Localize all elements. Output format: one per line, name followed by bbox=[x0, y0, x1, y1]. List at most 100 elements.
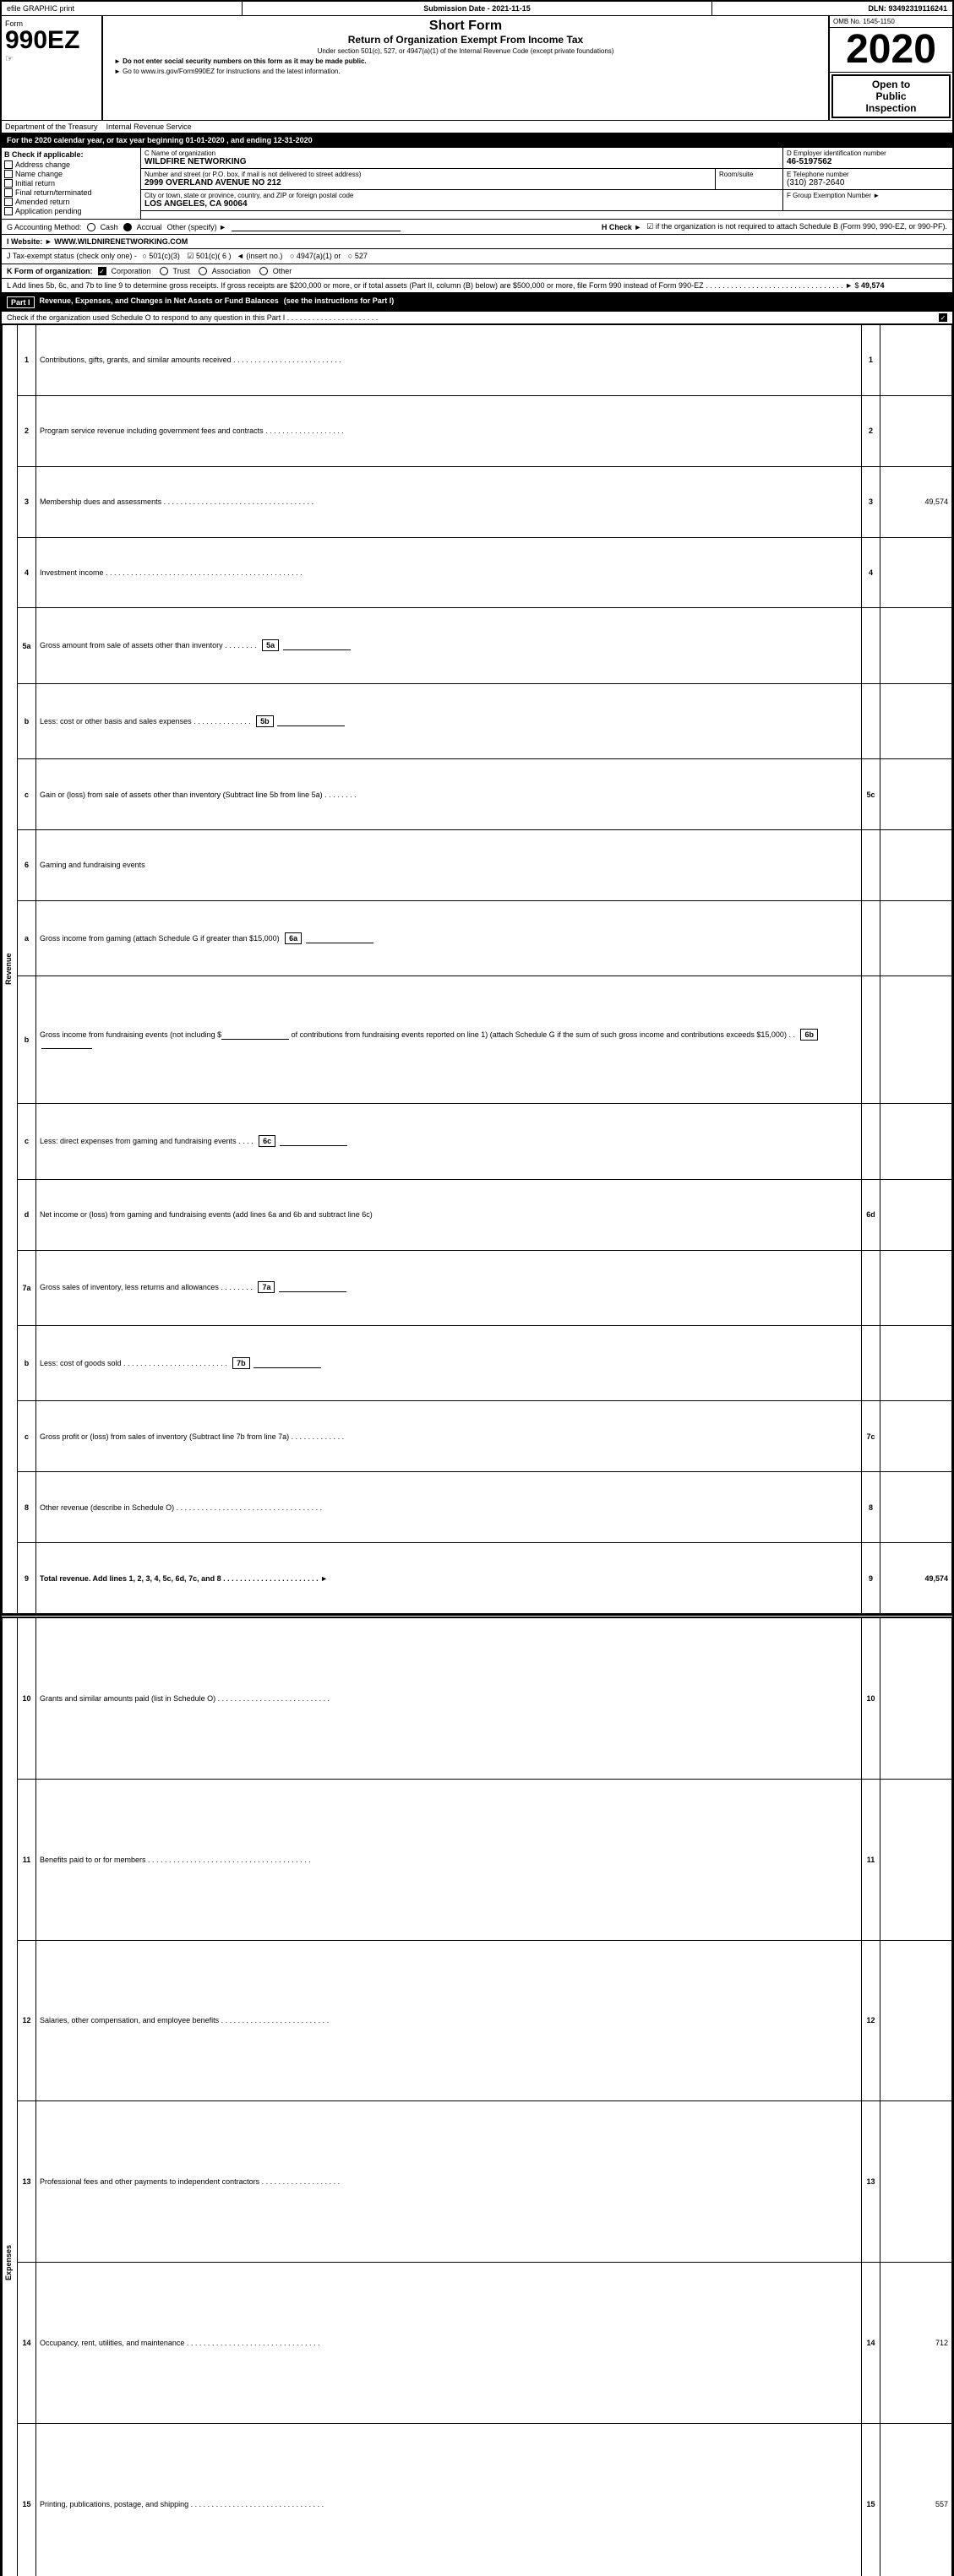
line-6c-linenum bbox=[862, 1104, 880, 1179]
amended-return-item: Amended return bbox=[4, 198, 138, 206]
phone-value: (310) 287-2640 bbox=[787, 178, 949, 187]
part-i-header: Part I Revenue, Expenses, and Changes in… bbox=[2, 294, 952, 312]
line-12-value bbox=[880, 1940, 952, 2101]
h-check-text: ☑ if the organization is not required to… bbox=[646, 222, 947, 231]
line-5a-value bbox=[880, 608, 952, 683]
line-1-value bbox=[880, 325, 952, 396]
initial-return-checkbox[interactable] bbox=[4, 179, 13, 187]
tax-status-label: J Tax-exempt status (check only one) - bbox=[7, 252, 137, 260]
dln-number: DLN: 93492319116241 bbox=[712, 2, 952, 15]
line-7b-desc: Less: cost of goods sold . . . . . . . .… bbox=[36, 1325, 862, 1400]
line-11-value bbox=[880, 1779, 952, 1940]
line-5a-linenum bbox=[862, 608, 880, 683]
tax-status-insert: ◄ (insert no.) bbox=[237, 252, 282, 260]
line-11-desc: Benefits paid to or for members . . . . … bbox=[36, 1779, 862, 1940]
line-4-desc: Investment income . . . . . . . . . . . … bbox=[36, 537, 862, 608]
line-6c-value bbox=[880, 1104, 952, 1179]
line-6a-value bbox=[880, 900, 952, 976]
line-6a-linenum bbox=[862, 900, 880, 976]
return-title: Return of Organization Exempt From Incom… bbox=[106, 34, 826, 46]
no-ssn-notice: ► Do not enter social security numbers o… bbox=[106, 57, 826, 65]
line-5b-value bbox=[880, 683, 952, 758]
final-return-checkbox[interactable] bbox=[4, 188, 13, 197]
line-15-value: 557 bbox=[880, 2423, 952, 2576]
line-15-desc: Printing, publications, postage, and shi… bbox=[36, 2423, 862, 2576]
line-10-desc: Grants and similar amounts paid (list in… bbox=[36, 1618, 862, 1780]
short-form-title: Short Form bbox=[106, 19, 826, 34]
corp-checkbox[interactable] bbox=[98, 267, 106, 275]
line-9-desc: Total revenue. Add lines 1, 2, 3, 4, 5c,… bbox=[36, 1543, 862, 1614]
line-12-desc: Salaries, other compensation, and employ… bbox=[36, 1940, 862, 2101]
h-check-label: H Check ► bbox=[602, 223, 641, 231]
line-6c-desc: Less: direct expenses from gaming and fu… bbox=[36, 1104, 862, 1179]
other-org-radio[interactable] bbox=[259, 267, 268, 275]
line-6-linenum bbox=[862, 830, 880, 901]
line-6-value bbox=[880, 830, 952, 901]
application-pending-item: Application pending bbox=[4, 207, 138, 215]
line-5b-linenum bbox=[862, 683, 880, 758]
l-line-text: L Add lines 5b, 6c, and 7b to line 9 to … bbox=[7, 281, 859, 290]
line-4-value bbox=[880, 537, 952, 608]
accounting-label: G Accounting Method: bbox=[7, 223, 82, 231]
b-check-label: B Check if applicable: bbox=[4, 150, 138, 159]
line-9-value: 49,574 bbox=[880, 1543, 952, 1614]
line-6b-desc: Gross income from fundraising events (no… bbox=[36, 976, 862, 1104]
name-change-checkbox[interactable] bbox=[4, 170, 13, 178]
tax-status-4947: ○ 4947(a)(1) or bbox=[290, 252, 341, 260]
amended-return-checkbox[interactable] bbox=[4, 198, 13, 206]
initial-return-item: Initial return bbox=[4, 179, 138, 187]
tax-status-527: ○ 527 bbox=[348, 252, 368, 260]
city-label: City or town, state or province, country… bbox=[144, 192, 779, 199]
accrual-radio[interactable] bbox=[123, 223, 132, 231]
line-6a-desc: Gross income from gaming (attach Schedul… bbox=[36, 900, 862, 976]
assoc-radio[interactable] bbox=[199, 267, 207, 275]
submission-date: Submission Date - 2021-11-15 bbox=[243, 2, 713, 15]
line-8-desc: Other revenue (describe in Schedule O) .… bbox=[36, 1472, 862, 1543]
efile-label: efile GRAPHIC print bbox=[2, 2, 243, 15]
corp-label: Corporation bbox=[112, 267, 151, 275]
website-label: I Website: ► bbox=[7, 237, 52, 246]
line-6d-desc: Net income or (loss) from gaming and fun… bbox=[36, 1179, 862, 1250]
line-14-value: 712 bbox=[880, 2263, 952, 2424]
line-6d-value bbox=[880, 1179, 952, 1250]
address-change-item: Address change bbox=[4, 160, 138, 169]
line-7c-desc: Gross profit or (loss) from sales of inv… bbox=[36, 1401, 862, 1472]
line-1-desc: Contributions, gifts, grants, and simila… bbox=[36, 325, 862, 396]
dept-label: Department of the Treasury bbox=[5, 122, 98, 131]
website-url: WWW.WILDNIRENETWORKING.COM bbox=[54, 237, 188, 246]
line-6b-linenum bbox=[862, 976, 880, 1104]
assoc-label: Association bbox=[212, 267, 251, 275]
under-section: Under section 501(c), 527, or 4947(a)(1)… bbox=[106, 47, 826, 55]
cash-radio[interactable] bbox=[87, 223, 95, 231]
ein-value: 46-5197562 bbox=[787, 157, 949, 166]
line-2-desc: Program service revenue including govern… bbox=[36, 395, 862, 466]
schedule-o-checkbox[interactable] bbox=[939, 313, 947, 322]
room-label: Room/suite bbox=[719, 171, 779, 178]
line-5c-value bbox=[880, 759, 952, 830]
org-name-label: C Name of organization bbox=[144, 149, 779, 157]
line-7c-value bbox=[880, 1401, 952, 1472]
form-number: 990EZ bbox=[5, 28, 98, 53]
phone-label: E Telephone number bbox=[787, 171, 949, 178]
group-exemption-label: F Group Exemption Number ► bbox=[787, 192, 949, 199]
expenses-side-label: Expenses bbox=[3, 1618, 14, 2576]
line-13-value bbox=[880, 2101, 952, 2263]
trust-radio[interactable] bbox=[160, 267, 168, 275]
open-to-public: Open to Public Inspection bbox=[831, 74, 951, 118]
trust-label: Trust bbox=[173, 267, 190, 275]
form-org-label: K Form of organization: bbox=[7, 267, 93, 275]
city-value: LOS ANGELES, CA 90064 bbox=[144, 199, 779, 209]
omb-number: OMB No. 1545-1150 bbox=[830, 16, 952, 28]
line-13-desc: Professional fees and other payments to … bbox=[36, 2101, 862, 2263]
line-5a-desc: Gross amount from sale of assets other t… bbox=[36, 608, 862, 683]
ein-label: D Employer identification number bbox=[787, 149, 949, 157]
name-change-item: Name change bbox=[4, 170, 138, 178]
street-value: 2999 OVERLAND AVENUE NO 212 bbox=[144, 178, 711, 187]
line-7b-value bbox=[880, 1325, 952, 1400]
line-5c-desc: Gain or (loss) from sale of assets other… bbox=[36, 759, 862, 830]
line-6-desc: Gaming and fundraising events bbox=[36, 830, 862, 901]
street-label: Number and street (or P.O. box, if mail … bbox=[144, 171, 711, 178]
line-3-value: 49,574 bbox=[880, 466, 952, 537]
application-pending-checkbox[interactable] bbox=[4, 207, 13, 215]
address-change-checkbox[interactable] bbox=[4, 160, 13, 169]
